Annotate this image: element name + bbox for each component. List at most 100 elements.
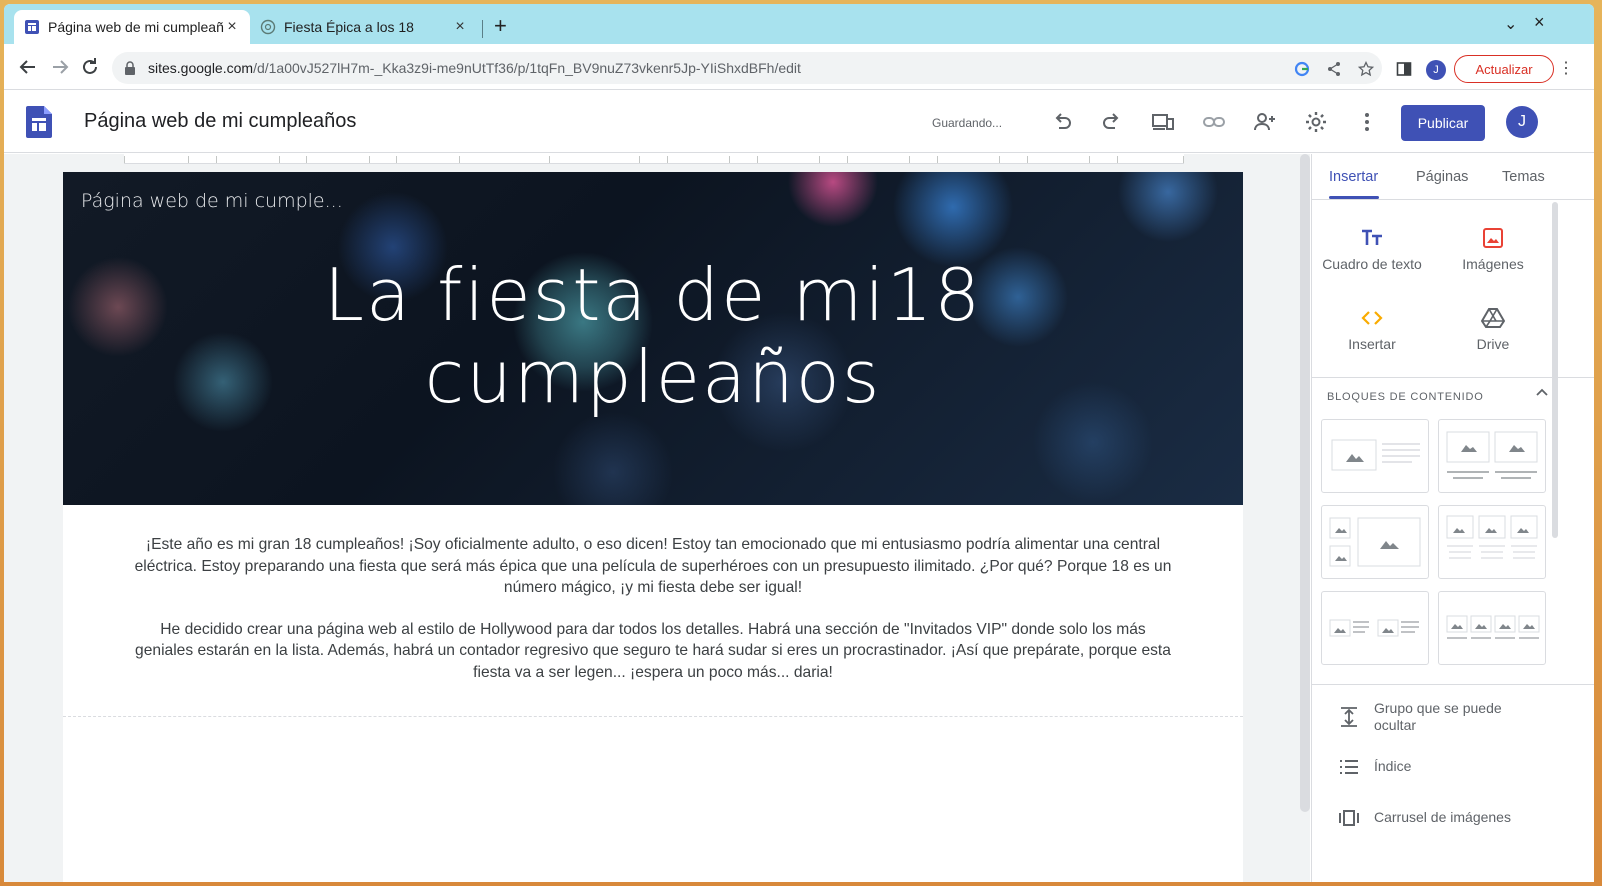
hero-title[interactable]: La fiesta de mi18 cumpleaños bbox=[63, 254, 1243, 418]
window-close-icon[interactable]: × bbox=[1534, 12, 1545, 33]
share-with-others-icon[interactable] bbox=[1253, 110, 1277, 134]
tab-close-icon[interactable]: × bbox=[224, 18, 240, 36]
reload-icon[interactable] bbox=[78, 55, 102, 79]
layout-preview-icon bbox=[1329, 517, 1421, 567]
preview-devices-icon[interactable] bbox=[1151, 110, 1175, 134]
browser-menu-icon[interactable]: ⋮ bbox=[1558, 58, 1574, 78]
settings-gear-icon[interactable] bbox=[1304, 110, 1328, 134]
editor-scrollbar[interactable] bbox=[1300, 154, 1310, 812]
tab-chatgpt[interactable]: Fiesta Épica a los 18 × bbox=[250, 10, 478, 44]
ruler-tick bbox=[999, 156, 1000, 163]
embed-icon bbox=[1361, 311, 1383, 325]
ruler-tick bbox=[396, 156, 397, 163]
content-block-four-columns[interactable] bbox=[1438, 591, 1546, 665]
ruler-tick bbox=[909, 156, 910, 163]
new-tab-icon[interactable]: + bbox=[494, 15, 507, 37]
ruler-tick bbox=[459, 156, 460, 163]
ruler-tick bbox=[188, 156, 189, 163]
save-status: Guardando... bbox=[932, 116, 1003, 130]
side-panel-icon[interactable] bbox=[1396, 61, 1412, 77]
ruler-tick bbox=[216, 156, 217, 163]
drive-icon bbox=[1481, 308, 1505, 328]
hero-header[interactable]: Página web de mi cumple... La fiesta de … bbox=[63, 172, 1243, 505]
ruler-tick bbox=[1027, 156, 1028, 163]
google-sites-logo-icon[interactable] bbox=[26, 106, 52, 138]
url-host: sites.google.com bbox=[148, 60, 254, 76]
text-box-icon bbox=[1362, 229, 1382, 245]
site-title[interactable]: Página web de mi cumpleaños bbox=[84, 110, 356, 133]
redo-icon[interactable] bbox=[1100, 110, 1124, 134]
layout-preview-icon bbox=[1446, 515, 1538, 559]
share-icon[interactable] bbox=[1326, 61, 1342, 77]
ruler-tick bbox=[819, 156, 820, 163]
header-site-name[interactable]: Página web de mi cumple... bbox=[81, 190, 343, 212]
content-block-image-text-pairs[interactable] bbox=[1321, 591, 1429, 665]
bookmark-star-icon[interactable] bbox=[1358, 61, 1374, 77]
content-block-two-images[interactable] bbox=[1438, 419, 1546, 493]
chatgpt-favicon-icon bbox=[260, 19, 276, 35]
tab-title: Página web de mi cumpleaños bbox=[48, 19, 224, 35]
undo-icon[interactable] bbox=[1050, 110, 1074, 134]
insert-item-label: Drive bbox=[1476, 336, 1510, 352]
google-lens-icon[interactable] bbox=[1294, 61, 1310, 77]
url-path: /d/1a00vJ527lH7m-_Kka3z9i-me9nUtTf36/p/1… bbox=[253, 60, 801, 76]
content-block-three-columns[interactable] bbox=[1438, 505, 1546, 579]
tab-sites-editor[interactable]: Página web de mi cumpleaños × bbox=[14, 10, 250, 44]
page-canvas[interactable]: Página web de mi cumple... La fiesta de … bbox=[63, 172, 1243, 882]
lock-icon[interactable] bbox=[124, 61, 136, 75]
list-item-label: Índice bbox=[1374, 758, 1412, 774]
account-avatar[interactable]: J bbox=[1506, 106, 1538, 138]
ruler-tick bbox=[1089, 156, 1090, 163]
tab-separator bbox=[482, 20, 483, 38]
tab-close-icon[interactable]: × bbox=[452, 18, 468, 36]
content-block-image-grid-left[interactable] bbox=[1321, 505, 1429, 579]
address-bar[interactable]: sites.google.com/d/1a00vJ527lH7m-_Kka3z9… bbox=[112, 52, 1382, 84]
layout-preview-icon bbox=[1329, 619, 1419, 637]
ruler-tick bbox=[639, 156, 640, 163]
profile-avatar[interactable]: J bbox=[1426, 60, 1446, 80]
tab-search-chevron-icon[interactable]: ⌄ bbox=[1504, 14, 1517, 34]
insert-embed-button[interactable]: Insertar bbox=[1312, 306, 1432, 352]
link-icon[interactable] bbox=[1202, 110, 1226, 134]
ruler-tick bbox=[937, 156, 938, 163]
tab-strip: Página web de mi cumpleaños × Fiesta Épi… bbox=[4, 4, 1594, 44]
ruler bbox=[124, 154, 1184, 164]
insert-text-box-button[interactable]: Cuadro de texto bbox=[1312, 226, 1432, 272]
panel-divider bbox=[1312, 684, 1594, 685]
tab-title: Fiesta Épica a los 18 bbox=[284, 19, 414, 35]
insert-item-label: Insertar bbox=[1348, 336, 1396, 352]
more-options-icon[interactable] bbox=[1355, 110, 1379, 134]
forward-arrow-icon[interactable] bbox=[48, 55, 72, 79]
insert-drive-button[interactable]: Drive bbox=[1433, 306, 1553, 352]
section-divider bbox=[63, 716, 1243, 717]
sites-app-bar: Página web de mi cumpleaños Guardando... bbox=[4, 91, 1594, 153]
ruler-tick bbox=[847, 156, 848, 163]
browser-window: Página web de mi cumpleaños × Fiesta Épi… bbox=[4, 4, 1594, 882]
paragraph[interactable]: He decidido crear una página web al esti… bbox=[133, 619, 1173, 684]
publish-button[interactable]: Publicar bbox=[1401, 105, 1485, 141]
tab-pages[interactable]: Páginas bbox=[1416, 169, 1468, 185]
tab-themes[interactable]: Temas bbox=[1502, 169, 1545, 185]
url-text: sites.google.com/d/1a00vJ527lH7m-_Kka3z9… bbox=[148, 60, 801, 76]
panel-scrollbar[interactable] bbox=[1552, 202, 1558, 538]
tab-insert[interactable]: Insertar bbox=[1329, 169, 1378, 185]
ruler-tick bbox=[279, 156, 280, 163]
table-of-contents-icon bbox=[1340, 760, 1358, 774]
panel-tabs: Insertar Páginas Temas bbox=[1312, 154, 1594, 200]
layout-preview-icon bbox=[1446, 615, 1540, 639]
list-item-label: Carrusel de imágenes bbox=[1374, 809, 1511, 825]
ruler-tick bbox=[369, 156, 370, 163]
carousel-icon bbox=[1339, 810, 1359, 826]
active-tab-indicator bbox=[1329, 196, 1379, 199]
paragraph[interactable]: ¡Este año es mi gran 18 cumpleaños! ¡Soy… bbox=[133, 534, 1173, 599]
image-icon bbox=[1483, 228, 1503, 248]
chevron-up-icon[interactable] bbox=[1534, 384, 1550, 400]
layout-preview-icon bbox=[1331, 439, 1420, 471]
ruler-tick bbox=[757, 156, 758, 163]
insert-images-button[interactable]: Imágenes bbox=[1433, 226, 1553, 272]
update-button[interactable]: Actualizar bbox=[1454, 55, 1554, 83]
back-arrow-icon[interactable] bbox=[16, 55, 40, 79]
text-box-section[interactable]: ¡Este año es mi gran 18 cumpleaños! ¡Soy… bbox=[133, 534, 1173, 703]
content-block-image-text[interactable] bbox=[1321, 419, 1429, 493]
ruler-tick bbox=[306, 156, 307, 163]
